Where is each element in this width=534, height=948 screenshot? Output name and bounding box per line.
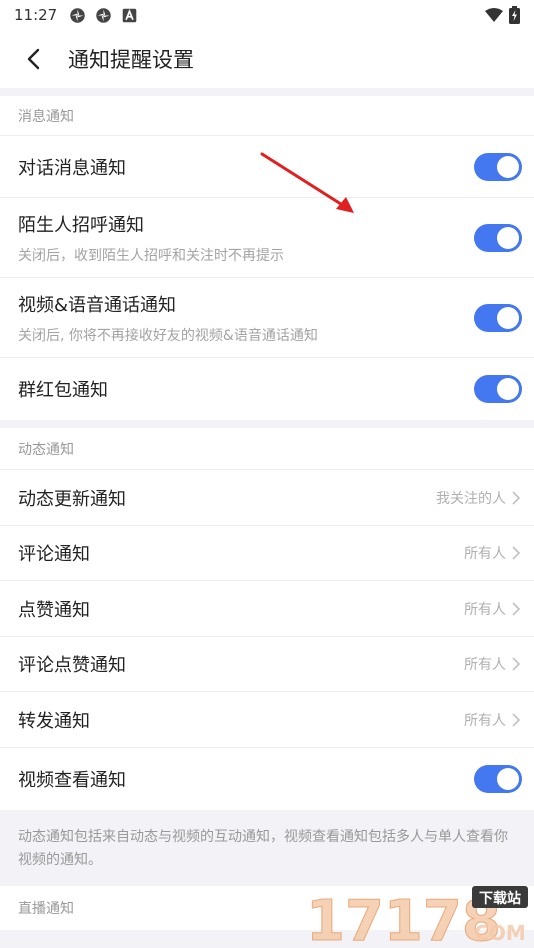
watermark-logo: 17178 下载站 COM [306, 886, 528, 944]
page-title: 通知提醒设置 [68, 48, 194, 72]
back-arrow-icon [27, 48, 40, 70]
chevron-right-icon [512, 657, 521, 671]
row-comment[interactable]: 评论通知 所有人 [0, 526, 534, 581]
row-chat-notification[interactable]: 对话消息通知 [0, 136, 534, 198]
watermark-badge: 下载站 [479, 890, 521, 907]
back-button[interactable] [18, 44, 48, 74]
row-label: 评论点赞通知 [18, 655, 126, 676]
row-dynamic-update[interactable]: 动态更新通知 我关注的人 [0, 470, 534, 526]
watermark-domain: COM [474, 921, 526, 944]
app-notification-icon [70, 7, 85, 23]
status-bar: 11:27 [0, 0, 534, 30]
row-description: 关闭后, 你将不再接收好友的视频&语音通话通知 [18, 327, 318, 344]
row-label: 陌生人招呼通知 [18, 214, 144, 236]
chevron-right-icon [512, 601, 521, 616]
row-value: 所有人 [464, 546, 506, 562]
wifi-icon [485, 8, 503, 22]
chat-notification-toggle[interactable] [474, 152, 522, 181]
section-header-message: 消息通知 [0, 96, 534, 136]
row-video-view[interactable]: 视频查看通知 [0, 748, 534, 810]
chevron-right-icon [512, 712, 521, 727]
row-repost[interactable]: 转发通知 所有人 [0, 692, 534, 748]
app-bar: 通知提醒设置 [0, 30, 534, 88]
row-like[interactable]: 点赞通知 所有人 [0, 581, 534, 637]
group-red-packet-toggle[interactable] [474, 375, 522, 403]
row-stranger-greeting[interactable]: 陌生人招呼通知 关闭后，收到陌生人招呼和关注时不再提示 [0, 198, 534, 278]
status-right [485, 6, 520, 24]
row-group-red-packet[interactable]: 群红包通知 [0, 358, 534, 420]
top-gap [0, 88, 534, 96]
section-divider [0, 420, 534, 428]
row-label: 评论通知 [18, 544, 90, 565]
row-label: 动态更新通知 [18, 488, 126, 510]
row-label: 点赞通知 [18, 599, 90, 621]
row-label: 视频查看通知 [18, 770, 126, 791]
video-view-toggle[interactable] [474, 765, 522, 793]
row-label: 视频&语音通话通知 [18, 294, 177, 316]
row-description: 关闭后，收到陌生人招呼和关注时不再提示 [18, 247, 284, 264]
row-value: 所有人 [464, 657, 506, 673]
section-header-dynamic: 动态通知 [0, 428, 534, 470]
dynamic-footnote: 动态通知包括来自动态与视频的互动通知，视频查看通知包括多人与单人查看你视频的通知… [0, 810, 534, 886]
status-time: 11:27 [14, 6, 58, 24]
chevron-right-icon [512, 490, 521, 505]
a-app-icon [122, 8, 137, 22]
app-notification-icon-2 [96, 7, 111, 23]
row-comment-like[interactable]: 评论点赞通知 所有人 [0, 637, 534, 692]
row-label: 群红包通知 [18, 380, 108, 401]
row-video-voice-call[interactable]: 视频&语音通话通知 关闭后, 你将不再接收好友的视频&语音通话通知 [0, 278, 534, 358]
row-value: 所有人 [464, 601, 506, 618]
row-label: 对话消息通知 [18, 157, 126, 179]
row-label: 转发通知 [18, 710, 90, 732]
watermark-number: 17178 [306, 889, 501, 944]
stranger-greeting-toggle[interactable] [474, 223, 522, 252]
row-value: 我关注的人 [436, 490, 506, 507]
video-voice-call-toggle[interactable] [474, 303, 522, 332]
chevron-right-icon [512, 546, 521, 560]
row-value: 所有人 [464, 712, 506, 729]
battery-icon [509, 6, 520, 24]
